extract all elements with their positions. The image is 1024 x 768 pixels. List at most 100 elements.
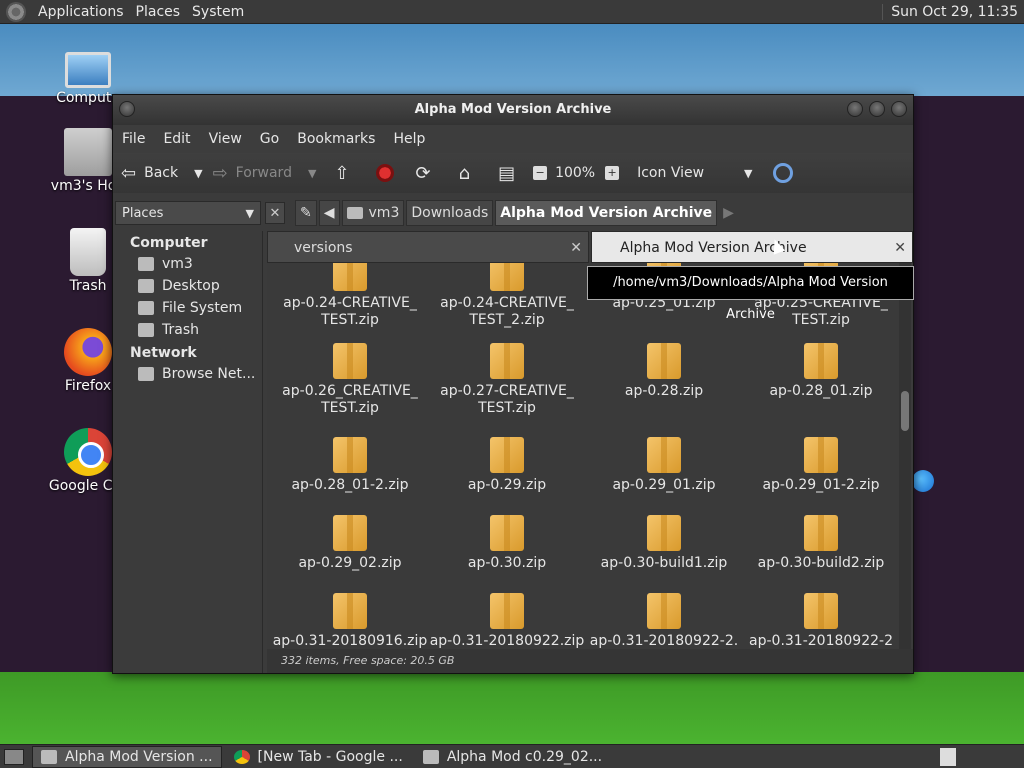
zip-archive-icon [804, 437, 838, 473]
breadcrumb-downloads[interactable]: Downloads [406, 200, 494, 226]
window-titlebar[interactable]: Alpha Mod Version Archive [113, 95, 913, 125]
trash-applet-icon[interactable] [940, 748, 956, 766]
file-item[interactable]: ap-0.26_CREATIVE_ TEST.zip [272, 343, 428, 417]
location-row: Places ▼ ✕ ✎ ◀ vm3 Downloads Alpha Mod V… [113, 195, 913, 231]
file-item[interactable]: ap-0.29.zip [429, 437, 585, 494]
file-icon-grid: ap-0.24-CREATIVE_ TEST.zip ap-0.24-CREATI… [267, 263, 901, 649]
sidebar-type-label: Places [122, 205, 164, 221]
sidebar-item-vm3[interactable]: vm3 [113, 253, 262, 275]
taskbar-item-archive[interactable]: Alpha Mod c0.29_02... [415, 746, 610, 768]
menu-go[interactable]: Go [251, 131, 288, 147]
view-mode-select[interactable]: Icon View ▼ [637, 165, 752, 181]
sidebar-type-select[interactable]: Places ▼ [115, 201, 261, 225]
file-item[interactable]: ap-0.31-20180922-2 [743, 593, 899, 649]
maximize-button[interactable] [869, 101, 885, 117]
forward-history-dropdown-icon[interactable]: ▼ [308, 167, 316, 180]
sidebar-section-network: Network [130, 345, 197, 361]
system-menu[interactable]: System [186, 4, 250, 20]
menubar: File Edit View Go Bookmarks Help [113, 125, 913, 153]
menu-help[interactable]: Help [384, 131, 434, 147]
file-item[interactable]: ap-0.27-CREATIVE_ TEST.zip [429, 343, 585, 417]
applications-menu[interactable]: Applications [32, 4, 130, 20]
sidebar-item-file-system[interactable]: File System [113, 297, 262, 319]
zoom-in-icon[interactable]: + [605, 166, 620, 180]
close-button[interactable] [891, 101, 907, 117]
menu-view[interactable]: View [200, 131, 251, 147]
file-item[interactable]: ap-0.28_01-2.zip [272, 437, 428, 494]
window-menu-button[interactable] [119, 101, 135, 117]
reload-button[interactable]: ⟳ [416, 163, 439, 184]
back-history-dropdown-icon[interactable]: ▼ [194, 167, 202, 180]
toggle-location-entry-button[interactable]: ✎ [295, 200, 317, 226]
bottom-panel: Alpha Mod Version ... [New Tab - Google … [0, 744, 1024, 768]
sidebar-close-icon[interactable]: ✕ [265, 202, 285, 224]
zip-archive-icon [490, 515, 524, 551]
computer-icon: ▤ [498, 162, 516, 184]
file-item[interactable]: ap-0.24-CREATIVE_ TEST_2.zip [429, 263, 585, 329]
file-item[interactable]: ap-0.30.zip [429, 515, 585, 572]
archive-manager-icon [422, 749, 439, 764]
scrollbar[interactable] [899, 263, 911, 649]
file-manager-window: Alpha Mod Version Archive File Edit View… [112, 94, 914, 674]
tab-versions[interactable]: versions ✕ [267, 231, 589, 263]
file-item[interactable]: ap-0.28_01.zip [743, 343, 899, 400]
taskbar-item-file-manager[interactable]: Alpha Mod Version ... [32, 745, 222, 768]
taskbar-item-chrome[interactable]: [New Tab - Google ... [226, 746, 411, 768]
sidebar-item-desktop[interactable]: Desktop [113, 275, 262, 297]
tab-alpha-mod-version-archive[interactable]: Alpha Mod Version Archive ✕ [591, 231, 913, 263]
file-name: ap-0.26_CREATIVE_ TEST.zip [282, 383, 418, 416]
breadcrumb-left-arrow-icon[interactable]: ◀ [318, 200, 340, 226]
breadcrumb-right-arrow-icon[interactable]: ▶ [719, 200, 738, 226]
show-desktop-icon[interactable] [4, 748, 24, 765]
up-button[interactable]: ⇧ [334, 163, 357, 184]
menu-edit[interactable]: Edit [154, 131, 199, 147]
zoom-out-icon[interactable]: − [533, 166, 548, 180]
forward-button[interactable]: ⇨ Forward ▼ [213, 163, 317, 184]
breadcrumb-vm3[interactable]: vm3 [341, 200, 405, 226]
zip-archive-icon [333, 515, 367, 551]
file-item[interactable]: ap-0.31-20180916.zip [272, 593, 428, 649]
back-button[interactable]: ⇦ Back ▼ [121, 163, 203, 184]
close-icon[interactable]: ✕ [894, 232, 906, 264]
file-item[interactable]: ap-0.29_02.zip [272, 515, 428, 572]
breadcrumb: ✎ ◀ vm3 Downloads Alpha Mod Version Arch… [295, 200, 740, 226]
places-menu[interactable]: Places [130, 4, 187, 20]
sidebar-item-browse-network[interactable]: Browse Net... [113, 363, 262, 385]
trash-icon [70, 228, 106, 276]
file-item[interactable]: ap-0.24-CREATIVE_ TEST.zip [272, 263, 428, 329]
file-name: ap-0.29.zip [467, 477, 547, 493]
stop-button[interactable] [375, 164, 394, 182]
close-icon[interactable]: ✕ [570, 232, 582, 264]
zip-archive-icon [490, 593, 524, 629]
file-item[interactable]: ap-0.30-build2.zip [743, 515, 899, 572]
computer-button[interactable]: ▤ [498, 163, 523, 184]
minimize-button[interactable] [847, 101, 863, 117]
distro-logo-icon[interactable] [6, 1, 26, 22]
menu-bookmarks[interactable]: Bookmarks [288, 131, 384, 147]
breadcrumb-current[interactable]: Alpha Mod Version Archive [495, 200, 718, 226]
clock[interactable]: Sun Oct 29, 11:35 [882, 3, 1024, 20]
forward-arrow-icon: ⇨ [212, 162, 228, 184]
path-tooltip: /home/vm3/Downloads/Alpha Mod Version Ar… [587, 266, 914, 322]
home-folder-icon [64, 128, 112, 176]
file-item[interactable]: ap-0.29_01.zip [586, 437, 742, 494]
file-item[interactable]: ap-0.31-20180922-2. [586, 593, 742, 649]
drive-icon [138, 301, 154, 315]
home-button[interactable]: ⌂ [459, 163, 478, 184]
menu-file[interactable]: File [113, 131, 154, 147]
file-name: ap-0.29_01-2.zip [762, 477, 880, 493]
zoom-level[interactable]: 100% [555, 165, 595, 181]
search-icon[interactable] [772, 163, 793, 183]
file-item[interactable]: ap-0.30-build1.zip [586, 515, 742, 572]
file-item[interactable]: ap-0.28.zip [586, 343, 742, 400]
file-item[interactable]: ap-0.31-20180922.zip [429, 593, 585, 649]
file-name: ap-0.28_01-2.zip [291, 477, 409, 493]
desktop-icon [138, 279, 154, 293]
file-name: ap-0.30-build1.zip [600, 555, 728, 571]
file-item[interactable]: ap-0.29_01-2.zip [743, 437, 899, 494]
zip-archive-icon [804, 515, 838, 551]
back-arrow-icon: ⇦ [121, 162, 137, 184]
scrollbar-thumb[interactable] [901, 391, 909, 431]
sidebar-item-trash[interactable]: Trash [113, 319, 262, 341]
zip-archive-icon [804, 593, 838, 629]
